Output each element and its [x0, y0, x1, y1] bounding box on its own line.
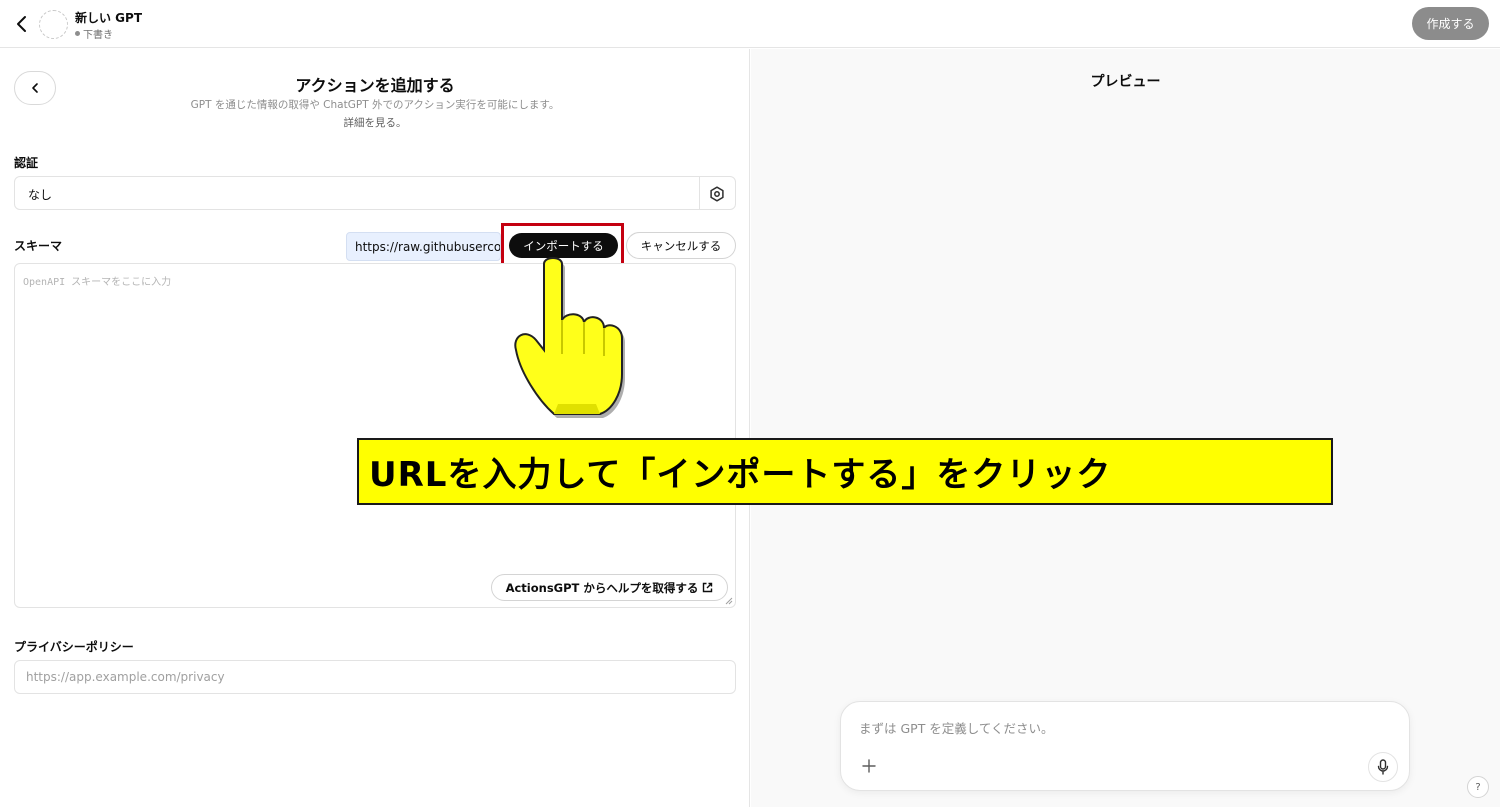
actions-gpt-help-button[interactable]: ActionsGPT からヘルプを取得する — [491, 574, 728, 601]
page: 新しい GPT 下書き 作成する アクションを追加する GPT を通じた情報の取… — [0, 0, 1500, 807]
privacy-policy-input[interactable]: https://app.example.com/privacy — [14, 660, 736, 694]
panel-title: アクションを追加する — [295, 76, 455, 95]
gpt-avatar[interactable] — [39, 10, 68, 39]
gpt-status: 下書き — [75, 26, 113, 41]
composer-placeholder: まずは GPT を定義してください。 — [859, 721, 1054, 736]
learn-more-link[interactable]: 詳細を見る。 — [0, 115, 750, 130]
preview-composer[interactable]: まずは GPT を定義してください。 — [840, 701, 1410, 791]
status-dot-icon — [75, 31, 80, 36]
preview-title: プレビュー — [1090, 74, 1161, 90]
gpt-name: 新しい GPT — [75, 11, 143, 25]
actions-gpt-help-label: ActionsGPT からヘルプを取得する — [505, 580, 699, 595]
privacy-label: プライバシーポリシー — [14, 640, 134, 654]
schema-url-input[interactable]: https://raw.githubuserco — [346, 232, 501, 261]
schema-placeholder: OpenAPI スキーマをここに入力 — [23, 277, 172, 288]
auth-label: 認証 — [14, 156, 39, 170]
pointing-hand-icon — [514, 257, 625, 418]
top-bar: 新しい GPT 下書き 作成する — [0, 0, 1500, 48]
schema-label: スキーマ — [14, 239, 63, 253]
panel-description: GPT を通じた情報の取得や ChatGPT 外でのアクション実行を可能にします… — [190, 99, 560, 111]
gear-icon[interactable] — [708, 185, 726, 203]
create-button[interactable]: 作成する — [1412, 7, 1489, 40]
back-arrow-icon[interactable] — [10, 12, 34, 36]
microphone-icon[interactable] — [1368, 752, 1398, 782]
gpt-status-label: 下書き — [83, 30, 113, 41]
auth-field[interactable]: なし — [14, 176, 736, 210]
instruction-callout: URLを入力して「インポートする」をクリック — [357, 438, 1333, 505]
external-link-icon — [703, 582, 713, 593]
auth-divider — [699, 177, 700, 209]
help-button[interactable]: ? — [1467, 776, 1489, 798]
resize-grip-icon[interactable] — [725, 597, 733, 605]
plus-icon[interactable] — [855, 752, 883, 780]
auth-value: なし — [28, 188, 53, 202]
preview-panel: プレビュー まずは GPT を定義してください。 ? — [751, 49, 1500, 807]
cancel-button[interactable]: キャンセルする — [626, 232, 736, 259]
action-editor-panel: アクションを追加する GPT を通じた情報の取得や ChatGPT 外でのアクシ… — [0, 49, 750, 807]
